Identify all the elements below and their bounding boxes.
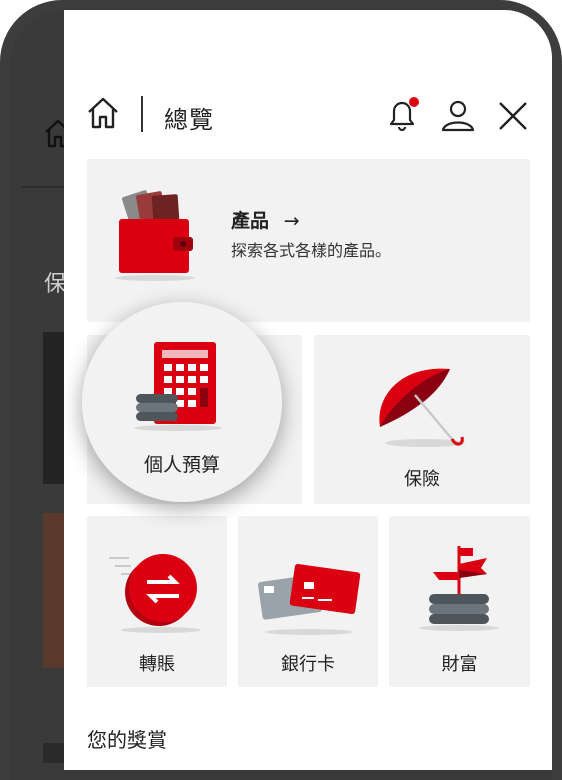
overview-drawer: 總覽 產品 → 探索各式各樣的產品。 保險 轉賬 銀行卡 財富 個人預算 您的獎… — [64, 10, 552, 770]
products-description: 探索各式各樣的產品。 — [231, 241, 392, 260]
transfer-label: 轉賬 — [139, 654, 175, 675]
transfer-icon — [109, 554, 201, 633]
arrow-right-icon: → — [283, 210, 300, 232]
close-icon[interactable] — [497, 100, 529, 132]
budget-spotlight[interactable]: 個人預算 — [82, 302, 282, 502]
umbrella-icon — [379, 368, 465, 447]
home-icon[interactable] — [87, 96, 119, 130]
products-card[interactable]: 產品 → 探索各式各樣的產品。 — [87, 159, 530, 322]
insurance-tile[interactable]: 保險 — [314, 335, 530, 504]
calculator-icon — [134, 342, 222, 431]
header-divider — [141, 96, 143, 132]
wealth-tile[interactable]: 財富 — [389, 516, 530, 687]
credit-card-icon — [258, 563, 361, 635]
products-title: 產品 → — [231, 210, 300, 232]
bank-card-label: 銀行卡 — [281, 654, 335, 675]
wealth-icon — [419, 546, 499, 631]
wallet-icon — [115, 190, 195, 281]
budget-label: 個人預算 — [143, 454, 220, 476]
page-title: 總覽 — [164, 106, 214, 134]
transfer-tile[interactable]: 轉賬 — [87, 516, 227, 687]
wealth-label: 財富 — [441, 654, 478, 675]
notification-dot — [409, 97, 419, 107]
user-icon[interactable] — [440, 98, 476, 132]
insurance-label: 保險 — [404, 469, 440, 490]
bell-icon[interactable] — [385, 96, 421, 134]
bank-card-tile[interactable]: 銀行卡 — [238, 516, 378, 687]
